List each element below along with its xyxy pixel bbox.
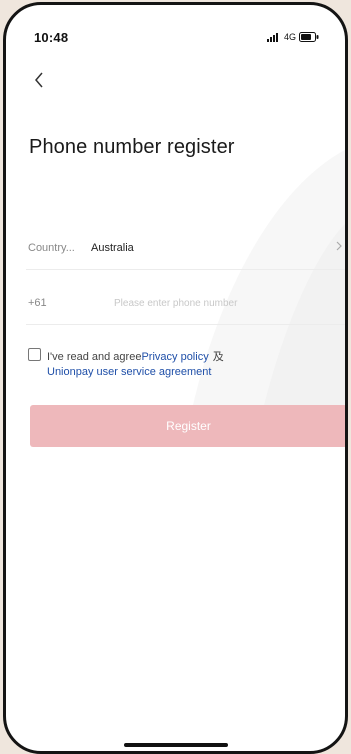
agree-checkbox[interactable] xyxy=(28,348,41,361)
privacy-policy-link[interactable]: Privacy policy xyxy=(141,351,208,363)
country-code: +61 xyxy=(28,297,47,309)
signal-icon xyxy=(266,32,278,42)
country-value: Australia xyxy=(91,242,134,254)
agreement-line-2: Unionpay user service agreement xyxy=(47,366,211,378)
page-title: Phone number register xyxy=(29,136,235,158)
battery-icon xyxy=(299,32,319,42)
country-selector[interactable]: Country... Australia xyxy=(26,226,345,270)
status-bar: 10:48 4G xyxy=(6,5,345,45)
status-time: 10:48 xyxy=(34,30,69,45)
register-button[interactable]: Register xyxy=(30,405,345,447)
chevron-left-icon xyxy=(35,72,43,88)
service-agreement-link[interactable]: Unionpay user service agreement xyxy=(47,366,211,378)
agreement-text: I've read and agree xyxy=(47,351,142,363)
agreement-line-1: I've read and agreePrivacy policy 及 xyxy=(47,348,224,364)
network-type: 4G xyxy=(283,32,296,42)
agreement-conjunction: 及 xyxy=(212,351,224,363)
country-label: Country... xyxy=(28,242,75,254)
status-icons: 4G xyxy=(266,32,319,42)
phone-frame: 10:48 4G Phone number register Country..… xyxy=(3,2,348,754)
home-indicator[interactable] xyxy=(124,743,228,747)
phone-number-input[interactable] xyxy=(114,293,334,313)
phone-row: +61 xyxy=(26,281,345,325)
back-button[interactable] xyxy=(28,69,50,91)
chevron-right-icon xyxy=(336,241,342,251)
